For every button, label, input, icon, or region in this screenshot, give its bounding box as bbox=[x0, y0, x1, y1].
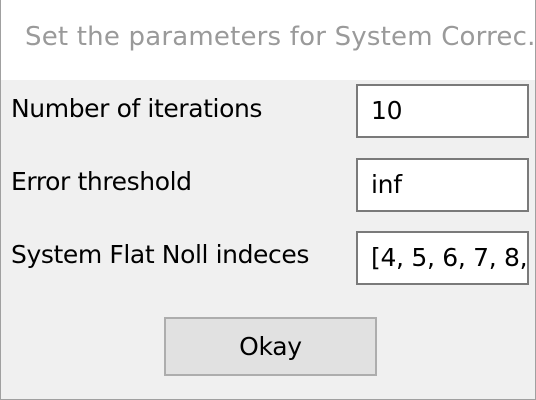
dialog-title: Set the parameters for System Correc... bbox=[25, 22, 536, 52]
noll-indices-input[interactable]: [4, 5, 6, 7, 8, bbox=[356, 231, 529, 285]
error-threshold-input[interactable]: inf bbox=[356, 158, 529, 212]
noll-indices-label: System Flat Noll indeces bbox=[11, 240, 309, 269]
okay-button[interactable]: Okay bbox=[164, 317, 377, 376]
iterations-input[interactable]: 10 bbox=[356, 84, 529, 138]
iterations-label: Number of iterations bbox=[11, 94, 263, 123]
error-threshold-label: Error threshold bbox=[11, 167, 192, 196]
dialog-titlebar: Set the parameters for System Correc... bbox=[1, 0, 536, 80]
parameters-dialog: Set the parameters for System Correc... … bbox=[0, 0, 536, 400]
